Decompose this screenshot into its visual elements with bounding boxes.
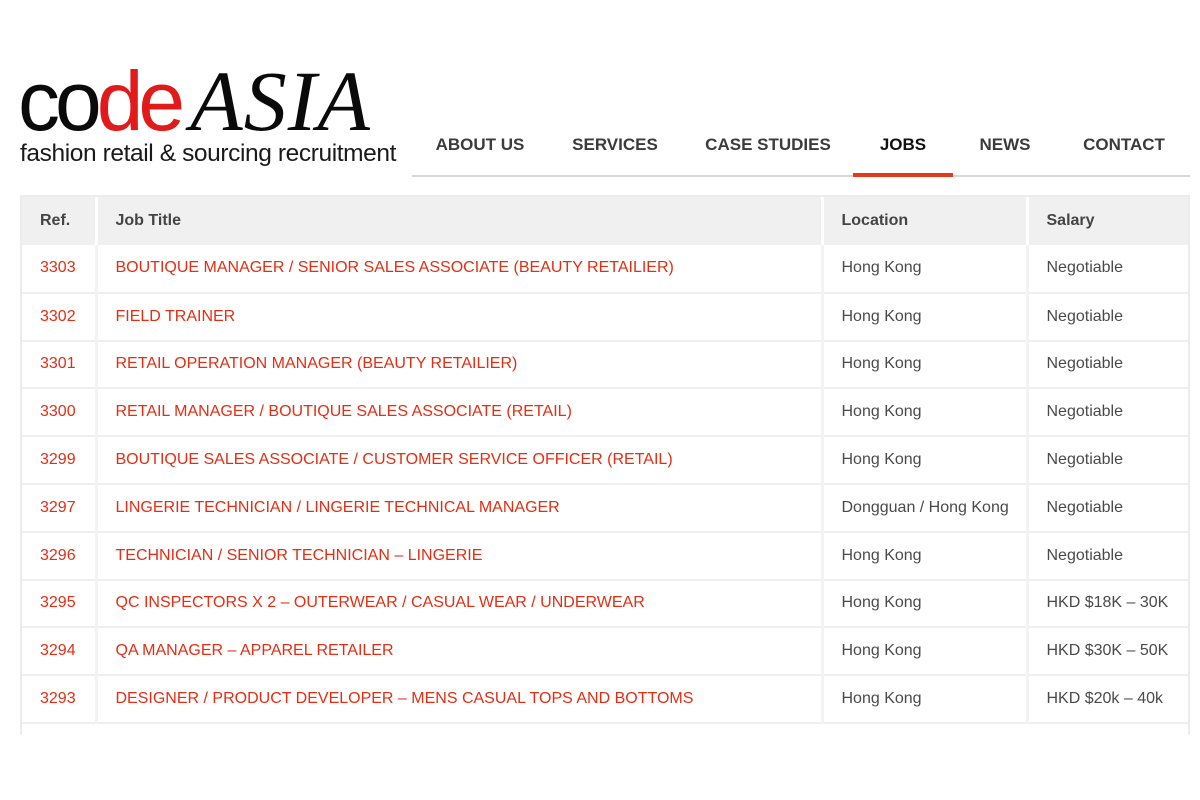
nav-item-services[interactable]: SERVICES [560,115,670,175]
job-salary: HKD $18K – 30K [1025,579,1188,629]
header-salary[interactable]: Salary [1025,197,1188,245]
job-location: Hong Kong [820,388,1027,438]
job-ref-link[interactable]: 3300 [22,388,96,438]
job-title-link[interactable]: QC INSPECTORS X 2 – OUTERWEAR / CASUAL W… [94,579,822,629]
jobs-table-container: Ref. Job Title Location Salary 3303 BOUT… [20,195,1190,735]
job-location: Hong Kong [820,531,1027,581]
table-row: 3295 QC INSPECTORS X 2 – OUTERWEAR / CAS… [22,579,1188,629]
logo-code-part2: de [96,54,185,148]
job-location: Hong Kong [820,292,1027,342]
job-title-link[interactable]: RETAIL MANAGER / BOUTIQUE SALES ASSOCIAT… [94,388,822,438]
main-nav: ABOUT US SERVICES CASE STUDIES JOBS NEWS… [412,115,1190,177]
table-row: 3293 DESIGNER / PRODUCT DEVELOPER – MENS… [22,675,1188,724]
table-row: 3299 BOUTIQUE SALES ASSOCIATE / CUSTOMER… [22,436,1188,485]
job-title-link[interactable]: LINGERIE TECHNICIAN / LINGERIE TECHNICAL… [94,483,822,533]
job-salary: Negotiable [1025,388,1188,438]
nav-item-jobs[interactable]: JOBS [853,115,953,177]
job-location: Hong Kong [820,245,1027,294]
jobs-table-body: 3303 BOUTIQUE MANAGER / SENIOR SALES ASS… [22,245,1188,724]
nav-item-about-us[interactable]: ABOUT US [420,115,540,175]
jobs-table-header: Ref. Job Title Location Salary [22,197,1188,245]
nav-item-news[interactable]: NEWS [965,115,1045,175]
job-title-link[interactable]: DESIGNER / PRODUCT DEVELOPER – MENS CASU… [94,675,822,724]
logo-tagline: fashion retail & sourcing recruitment [20,140,397,167]
table-row: 3303 BOUTIQUE MANAGER / SENIOR SALES ASS… [22,245,1188,294]
job-ref-link[interactable]: 3294 [22,627,96,677]
job-salary: HKD $30K – 50K [1025,627,1188,677]
job-location: Hong Kong [820,579,1027,629]
nav-item-case-studies[interactable]: CASE STUDIES [700,115,836,175]
logo-code-part1: co [18,54,102,148]
job-location: Hong Kong [820,627,1027,677]
table-row: 3302 FIELD TRAINER Hong Kong Negotiable [22,292,1188,342]
header-job-title[interactable]: Job Title [94,197,822,245]
logo-asia: ASIA [190,53,371,149]
table-row: 3296 TECHNICIAN / SENIOR TECHNICIAN – LI… [22,531,1188,581]
logo-wordmark: code ASIA [18,58,371,144]
job-title-link[interactable]: TECHNICIAN / SENIOR TECHNICIAN – LINGERI… [94,531,822,581]
table-row: 3297 LINGERIE TECHNICIAN / LINGERIE TECH… [22,483,1188,533]
job-title-link[interactable]: FIELD TRAINER [94,292,822,342]
job-location: Hong Kong [820,675,1027,724]
job-title-link[interactable]: BOUTIQUE SALES ASSOCIATE / CUSTOMER SERV… [94,436,822,485]
header-ref[interactable]: Ref. [22,197,96,245]
table-row: 3300 RETAIL MANAGER / BOUTIQUE SALES ASS… [22,388,1188,438]
job-location: Hong Kong [820,340,1027,390]
job-salary: Negotiable [1025,483,1188,533]
job-salary: Negotiable [1025,245,1188,294]
header-row: Ref. Job Title Location Salary [22,197,1188,245]
site-logo[interactable]: code ASIA fashion retail & sourcing recru… [18,58,396,175]
job-title-link[interactable]: QA MANAGER – APPAREL RETAILER [94,627,822,677]
header-location[interactable]: Location [820,197,1027,245]
job-location: Hong Kong [820,436,1027,485]
job-salary: Negotiable [1025,292,1188,342]
job-salary: HKD $20k – 40k [1025,675,1188,724]
nav-item-contact[interactable]: CONTACT [1074,115,1174,175]
job-location: Dongguan / Hong Kong [820,483,1027,533]
job-ref-link[interactable]: 3302 [22,292,96,342]
job-title-link[interactable]: BOUTIQUE MANAGER / SENIOR SALES ASSOCIAT… [94,245,822,294]
logo-code: code [18,54,185,148]
job-ref-link[interactable]: 3297 [22,483,96,533]
job-ref-link[interactable]: 3295 [22,579,96,629]
job-ref-link[interactable]: 3296 [22,531,96,581]
job-salary: Negotiable [1025,340,1188,390]
table-row: 3294 QA MANAGER – APPAREL RETAILER Hong … [22,627,1188,677]
job-salary: Negotiable [1025,531,1188,581]
jobs-table: Ref. Job Title Location Salary 3303 BOUT… [22,197,1188,724]
page: code ASIA fashion retail & sourcing recru… [0,0,1200,800]
job-ref-link[interactable]: 3303 [22,245,96,294]
job-salary: Negotiable [1025,436,1188,485]
job-title-link[interactable]: RETAIL OPERATION MANAGER (BEAUTY RETAILI… [94,340,822,390]
table-row: 3301 RETAIL OPERATION MANAGER (BEAUTY RE… [22,340,1188,390]
job-ref-link[interactable]: 3299 [22,436,96,485]
job-ref-link[interactable]: 3293 [22,675,96,724]
job-ref-link[interactable]: 3301 [22,340,96,390]
